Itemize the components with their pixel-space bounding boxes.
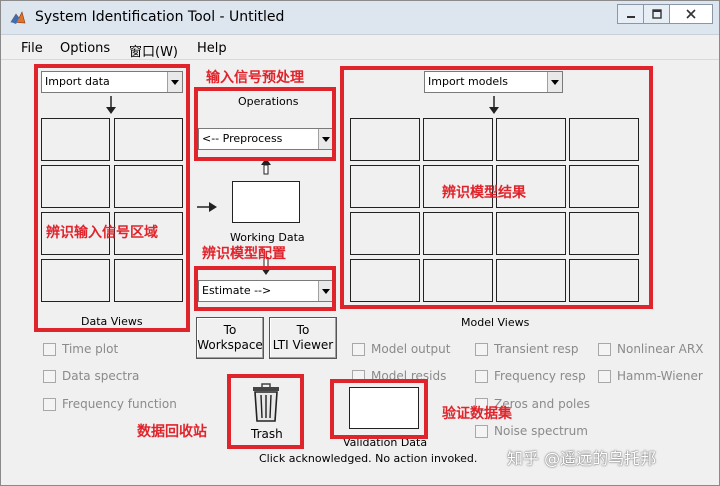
checkbox-box[interactable] xyxy=(43,342,56,356)
transient-resp-label: Transient resp xyxy=(494,342,579,356)
window-controls xyxy=(617,4,713,26)
preprocess-highlight xyxy=(194,87,336,161)
checkbox-box[interactable] xyxy=(43,369,56,383)
model-views-title: Model Views xyxy=(461,316,530,329)
annotation-model-config: 辨识模型配置 xyxy=(202,246,286,262)
annotation-model-result: 辨识模型结果 xyxy=(442,185,526,201)
window-title: System Identification Tool - Untitled xyxy=(35,9,285,25)
checkbox-box[interactable] xyxy=(475,369,488,383)
checkbox-box[interactable] xyxy=(598,342,611,356)
annotation-trash: 数据回收站 xyxy=(137,424,207,440)
hamm-wiener-label: Hamm-Wiener xyxy=(617,369,703,383)
data-spectra-checkbox[interactable]: Data spectra xyxy=(43,369,139,383)
checkbox-box[interactable] xyxy=(43,397,56,411)
nonlinear-arx-checkbox[interactable]: Nonlinear ARX xyxy=(598,342,703,356)
checkbox-box[interactable] xyxy=(352,342,365,356)
title-bar: System Identification Tool - Untitled xyxy=(1,1,719,35)
frequency-function-label: Frequency function xyxy=(62,397,177,411)
time-plot-label: Time plot xyxy=(62,342,119,356)
model-output-label: Model output xyxy=(371,342,451,356)
input-area-highlight xyxy=(34,64,190,332)
to-workspace-line1: To xyxy=(223,323,237,337)
frequency-resp-checkbox[interactable]: Frequency resp xyxy=(475,369,586,383)
close-button[interactable] xyxy=(669,4,713,24)
data-spectra-label: Data spectra xyxy=(62,369,140,383)
trash-highlight xyxy=(227,374,304,449)
status-message: Click acknowledged. No action invoked. xyxy=(259,452,478,465)
app-window: System Identification Tool - Untitled Fi… xyxy=(0,0,720,486)
minimize-button[interactable] xyxy=(617,4,644,24)
transient-resp-checkbox[interactable]: Transient resp xyxy=(475,342,578,356)
noise-spectrum-checkbox[interactable]: Noise spectrum xyxy=(475,424,588,438)
frequency-function-checkbox[interactable]: Frequency function xyxy=(43,397,177,411)
matlab-icon xyxy=(10,11,26,24)
to-lti-viewer-line1: To xyxy=(296,323,310,337)
menu-window[interactable]: 窗口(W) xyxy=(129,41,178,60)
watermark-text: 知乎 @遥远的乌托邦 xyxy=(507,449,657,468)
close-icon xyxy=(686,9,696,19)
minimize-icon xyxy=(626,16,635,18)
menu-bar: File Options 窗口(W) Help xyxy=(1,36,719,60)
model-output-checkbox[interactable]: Model output xyxy=(352,342,450,356)
annotation-input-area: 辨识输入信号区域 xyxy=(46,225,158,241)
annotation-preprocess: 输入信号预处理 xyxy=(206,70,304,86)
to-lti-viewer-line2: LTI Viewer xyxy=(272,338,334,352)
maximize-button[interactable] xyxy=(643,4,670,24)
right-arrow-icon xyxy=(197,202,217,212)
checkbox-box[interactable] xyxy=(475,342,488,356)
model-config-highlight xyxy=(194,266,336,311)
to-lti-viewer-button[interactable]: To LTI Viewer xyxy=(269,317,337,359)
menu-options[interactable]: Options xyxy=(60,41,110,56)
frequency-resp-label: Frequency resp xyxy=(494,369,586,383)
checkbox-box[interactable] xyxy=(598,369,611,383)
menu-file[interactable]: File xyxy=(21,41,43,56)
nonlinear-arx-label: Nonlinear ARX xyxy=(617,342,704,356)
checkbox-box[interactable] xyxy=(475,424,488,438)
validation-highlight xyxy=(330,379,428,439)
menu-help[interactable]: Help xyxy=(197,41,227,56)
maximize-icon xyxy=(651,9,662,19)
noise-spectrum-label: Noise spectrum xyxy=(494,424,588,438)
time-plot-checkbox[interactable]: Time plot xyxy=(43,342,118,356)
annotation-validation: 验证数据集 xyxy=(442,406,512,422)
to-workspace-line2: Workspace xyxy=(197,338,263,352)
working-data-slot[interactable] xyxy=(232,181,300,223)
to-workspace-button[interactable]: To Workspace xyxy=(196,317,264,359)
hamm-wiener-checkbox[interactable]: Hamm-Wiener xyxy=(598,369,703,383)
